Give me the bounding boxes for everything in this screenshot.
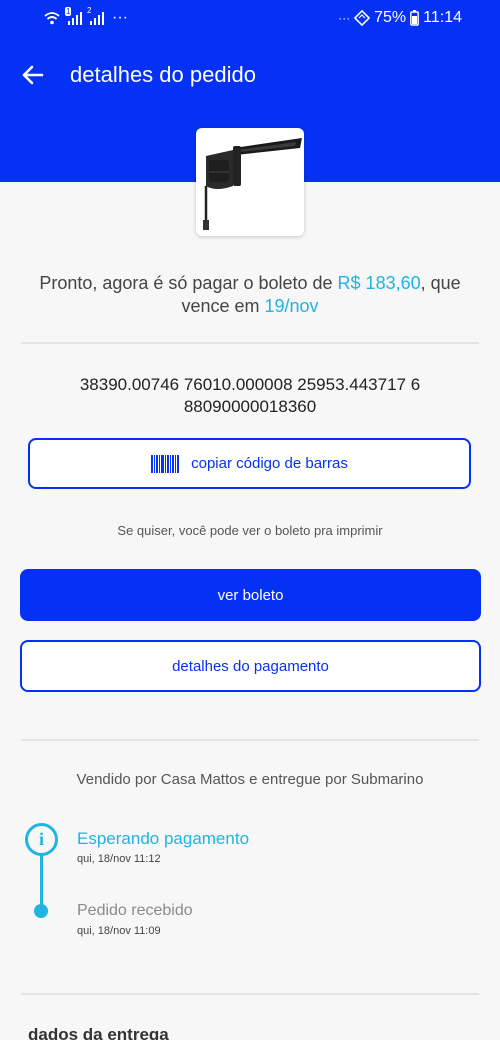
shower-product-illustration xyxy=(203,138,302,230)
seller-info: Vendido por Casa Mattos e entregue por S… xyxy=(76,771,424,788)
status-right: ··· 75% 11:14 xyxy=(338,9,462,27)
wifi-icon xyxy=(44,12,60,25)
info-icon: i xyxy=(25,823,58,856)
copy-barcode-button[interactable]: copiar código de barras xyxy=(28,438,471,489)
due-date: 19/nov xyxy=(264,296,319,316)
status-dots-right: ··· xyxy=(338,11,351,25)
timeline-line xyxy=(40,850,43,912)
nfc-icon xyxy=(354,10,371,26)
battery-level: 75% xyxy=(374,9,407,26)
signal-sim2-icon: 2 xyxy=(87,6,104,25)
divider xyxy=(21,739,479,741)
status-previous-title: Pedido recebido xyxy=(77,902,193,919)
battery-icon xyxy=(410,10,420,26)
status-previous-date: qui, 18/nov 11:09 xyxy=(77,925,161,937)
payment-text-before: Pronto, agora é só pagar o boleto de xyxy=(39,273,338,293)
clock: 11:14 xyxy=(423,9,462,26)
copy-barcode-label: copiar código de barras xyxy=(191,455,348,472)
payment-details-label: detalhes do pagamento xyxy=(172,657,329,675)
divider xyxy=(21,993,479,995)
status-left: 1 2 ··· xyxy=(44,6,128,27)
payment-summary: Pronto, agora é só pagar o boleto de R$ … xyxy=(30,272,470,318)
payment-details-button[interactable]: detalhes do pagamento xyxy=(20,640,481,692)
delivery-section-title: dados da entrega xyxy=(28,1025,169,1040)
payment-amount: R$ 183,60 xyxy=(337,273,421,293)
divider xyxy=(21,342,479,344)
view-boleto-button[interactable]: ver boleto xyxy=(20,569,481,621)
signal-sim1-icon: 1 xyxy=(65,7,82,25)
product-image xyxy=(196,128,304,236)
arrow-left-icon[interactable] xyxy=(18,60,48,90)
view-boleto-label: ver boleto xyxy=(217,586,284,604)
barcode-icon xyxy=(151,454,180,473)
status-current-date: qui, 18/nov 11:12 xyxy=(77,853,161,865)
print-hint: Se quiser, você pode ver o boleto pra im… xyxy=(117,523,383,538)
status-current-title: Esperando pagamento xyxy=(77,829,250,848)
page-title: detalhes do pedido xyxy=(70,62,256,87)
timeline-dot xyxy=(34,904,48,918)
barcode-number: 38390.00746 76010.000008 25953.443717 6 … xyxy=(79,375,421,416)
status-bar: 1 2 ··· ··· 75% 11:14 xyxy=(0,0,500,40)
status-dots-left: ··· xyxy=(112,9,128,26)
